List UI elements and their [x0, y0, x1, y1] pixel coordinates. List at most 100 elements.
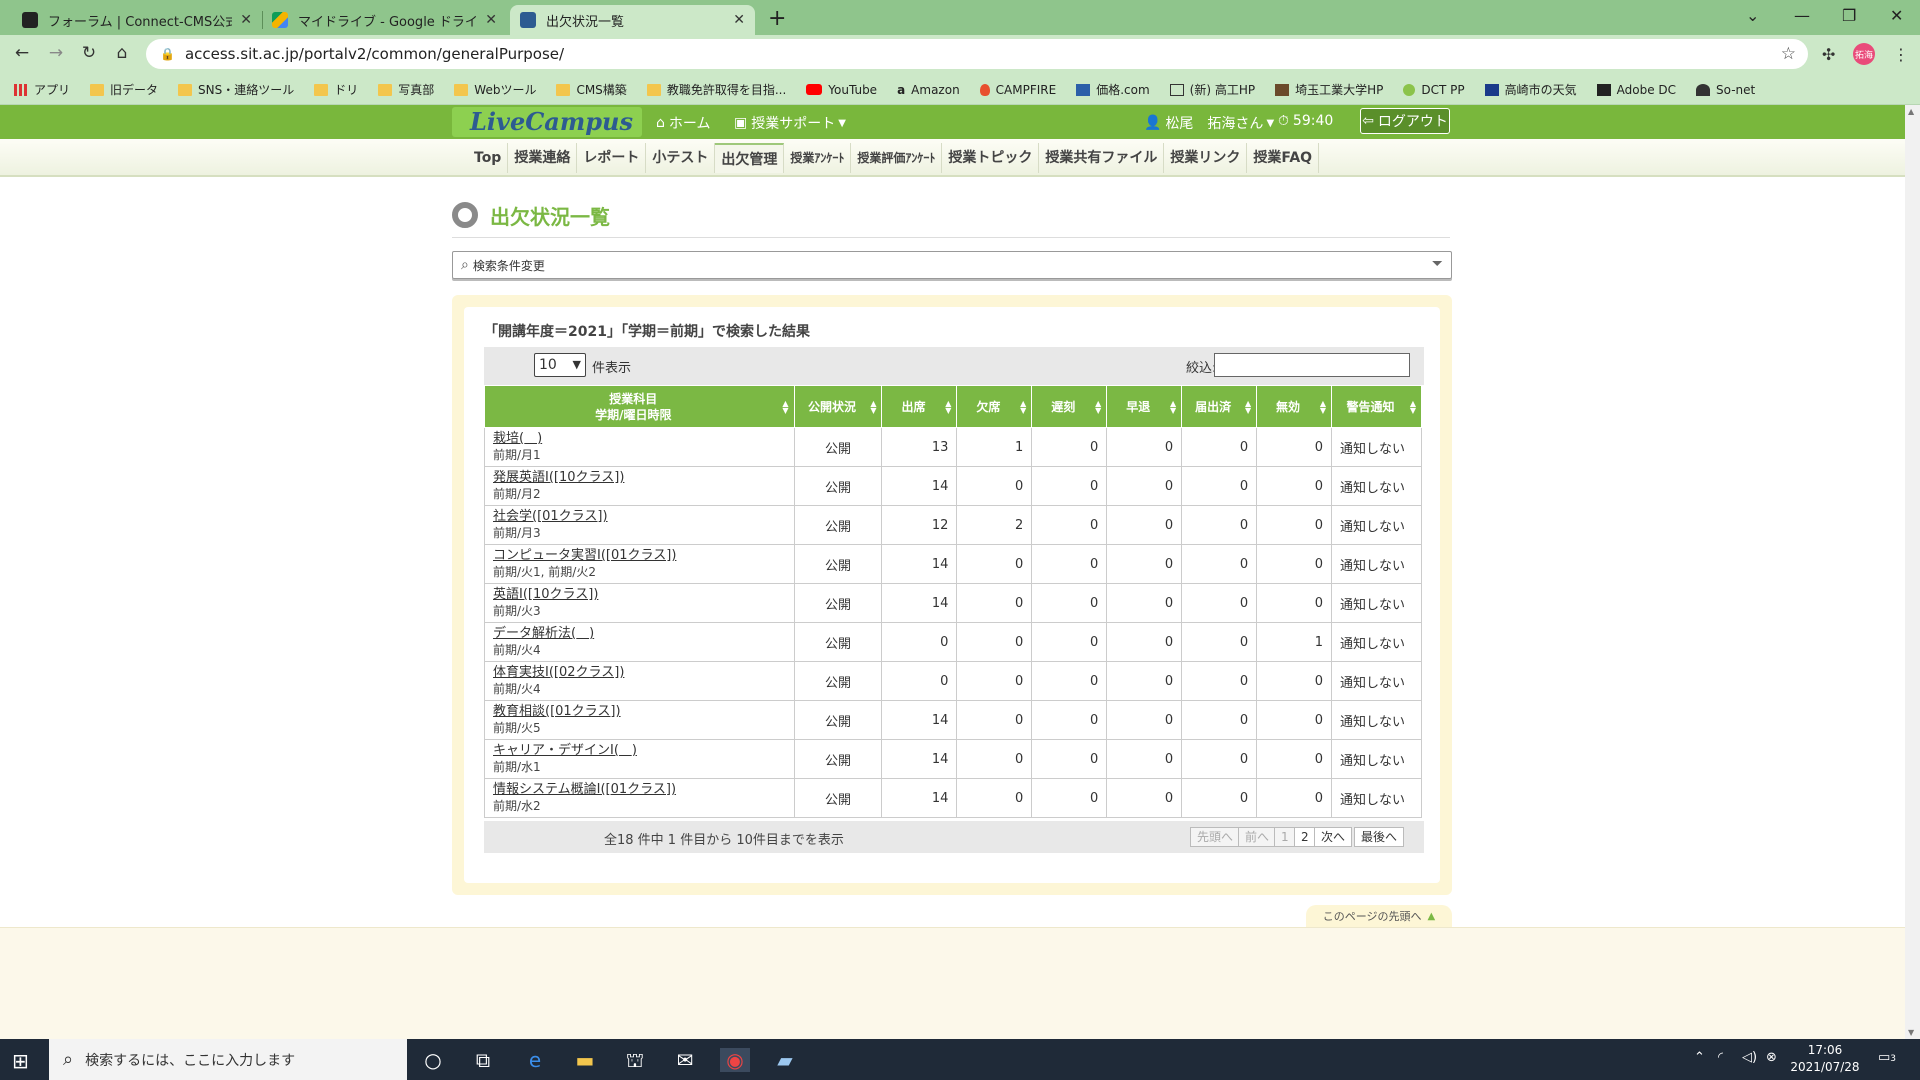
- bookmark-folder[interactable]: ドリ: [314, 81, 358, 98]
- course-link[interactable]: データ解析法(＿): [493, 626, 786, 642]
- subnav-shared-files[interactable]: 授業共有ファイル: [1039, 143, 1165, 173]
- minimize-icon[interactable]: —: [1794, 6, 1810, 25]
- windows-start-icon[interactable]: ⊞: [12, 1049, 29, 1073]
- scroll-down-icon[interactable]: ▼: [1908, 1028, 1914, 1037]
- col-warning[interactable]: 警告通知 ▲ ▼: [1331, 385, 1422, 428]
- home-icon[interactable]: ⌂: [110, 43, 134, 63]
- mail-icon[interactable]: ✉: [670, 1048, 700, 1072]
- course-link[interactable]: 情報システム概論I([01クラス]): [493, 782, 786, 798]
- bookmark-campfire[interactable]: CAMPFIRE: [979, 83, 1056, 97]
- subnav-topic[interactable]: 授業トピック: [942, 143, 1040, 173]
- col-absent[interactable]: 欠席 ▲ ▼: [956, 385, 1033, 428]
- tab-google-drive[interactable]: マイドライブ - Google ドライブ ✕: [262, 5, 507, 35]
- close-icon[interactable]: ✕: [485, 12, 497, 28]
- bookmark-school[interactable]: (新) 高工HP: [1169, 81, 1255, 98]
- notification-center-icon[interactable]: ▭3: [1878, 1050, 1896, 1065]
- page-1-button[interactable]: 1: [1274, 827, 1296, 847]
- bookmark-folder[interactable]: 旧データ: [90, 81, 158, 98]
- course-link[interactable]: 教育相談([01クラス]): [493, 704, 786, 720]
- course-link[interactable]: コンピュータ実習I([01クラス]): [493, 548, 786, 564]
- file-explorer-icon[interactable]: ▬: [570, 1048, 600, 1072]
- bookmark-dct[interactable]: DCT PP: [1403, 83, 1465, 97]
- sync-off-icon[interactable]: ⊗: [1766, 1050, 1777, 1065]
- restore-icon[interactable]: ❐: [1842, 6, 1856, 25]
- search-condition-toggle[interactable]: ⌕ 検索条件変更 ⏷: [452, 251, 1452, 279]
- next-page-button[interactable]: 次へ: [1314, 827, 1353, 847]
- col-invalid[interactable]: 無効 ▲ ▼: [1256, 385, 1333, 428]
- tray-chevron-icon[interactable]: ⌃: [1694, 1050, 1705, 1065]
- course-link[interactable]: 発展英語I([10クラス]): [493, 470, 786, 486]
- url-input[interactable]: 🔒 access.sit.ac.jp/portalv2/common/gener…: [146, 39, 1808, 69]
- network-icon[interactable]: ◜: [1718, 1050, 1723, 1065]
- bookmark-sonet[interactable]: So-net: [1696, 83, 1755, 97]
- profile-avatar[interactable]: 拓海: [1853, 43, 1875, 65]
- subnav-quiz[interactable]: 小テスト: [646, 143, 716, 173]
- new-tab-icon[interactable]: +: [768, 6, 786, 31]
- bookmark-folder[interactable]: 写真部: [378, 81, 434, 98]
- course-link[interactable]: 栽培(＿): [493, 431, 786, 447]
- bookmark-folder[interactable]: CMS構築: [556, 81, 627, 98]
- site-logo[interactable]: LiveCampus: [452, 107, 642, 137]
- tab-attendance[interactable]: 出欠状況一覧 ✕: [510, 5, 755, 35]
- chrome-icon[interactable]: ◉: [720, 1048, 750, 1072]
- subnav-report[interactable]: レポート: [577, 143, 647, 173]
- tab-connect-cms[interactable]: フォーラム | Connect-CMS公式サイト ✕: [12, 5, 262, 35]
- col-course[interactable]: 授業科目 学期/曜日時限 ▲ ▼: [484, 385, 795, 428]
- bookmark-folder[interactable]: 教職免許取得を目指...: [646, 81, 786, 98]
- cortana-icon[interactable]: ○: [418, 1048, 448, 1072]
- subnav-class-survey[interactable]: 授業ｱﾝｹｰﾄ: [784, 143, 852, 173]
- tab-search-icon[interactable]: ⌄: [1746, 6, 1759, 25]
- menu-icon[interactable]: ⋮: [1893, 45, 1909, 64]
- home-link[interactable]: ⌂ ホーム: [656, 113, 710, 133]
- bookmark-kakaku[interactable]: 価格.com: [1076, 81, 1150, 98]
- subnav-links[interactable]: 授業リンク: [1164, 143, 1248, 173]
- store-icon[interactable]: ⛫: [620, 1048, 650, 1072]
- col-present[interactable]: 出席 ▲ ▼: [881, 385, 958, 428]
- subnav-class-notice[interactable]: 授業連絡: [508, 143, 578, 173]
- col-status[interactable]: 公開状況 ▲ ▼: [793, 385, 883, 428]
- col-early[interactable]: 早退 ▲ ▼: [1106, 385, 1183, 428]
- subnav-evaluation-survey[interactable]: 授業評価ｱﾝｹｰﾄ: [851, 143, 943, 173]
- close-icon[interactable]: ✕: [733, 12, 745, 28]
- extensions-icon[interactable]: ✣: [1822, 45, 1835, 64]
- volume-icon[interactable]: ◁): [1742, 1050, 1757, 1065]
- subnav-attendance[interactable]: 出欠管理: [715, 143, 785, 173]
- scroll-up-icon[interactable]: ▲: [1908, 107, 1914, 116]
- page-scrollbar[interactable]: ▲ ▼: [1905, 105, 1920, 1039]
- bookmark-folder[interactable]: SNS・連絡ツール: [178, 81, 294, 98]
- logout-button[interactable]: ⇦ ログアウト: [1360, 108, 1450, 134]
- bookmark-weather[interactable]: 高崎市の天気: [1484, 81, 1577, 98]
- reload-icon[interactable]: ↻: [77, 43, 101, 63]
- col-late[interactable]: 遅刻 ▲ ▼: [1031, 385, 1108, 428]
- first-page-button[interactable]: 先頭へ: [1190, 827, 1241, 847]
- subnav-top[interactable]: Top: [468, 143, 509, 173]
- page-size-select[interactable]: 10 ▼: [534, 353, 586, 377]
- close-window-icon[interactable]: ✕: [1890, 6, 1903, 25]
- filter-input[interactable]: [1214, 353, 1410, 377]
- bookmark-apps[interactable]: アプリ: [14, 81, 70, 98]
- class-support-menu[interactable]: ▣ 授業サポート ▼: [734, 113, 850, 133]
- task-view-icon[interactable]: ⧉: [468, 1048, 498, 1072]
- bookmark-amazon[interactable]: a Amazon: [897, 83, 960, 97]
- taskbar-search-input[interactable]: ⌕ 検索するには、ここに入力します: [49, 1039, 407, 1080]
- course-link[interactable]: キャリア・デザインI(＿): [493, 743, 786, 759]
- close-icon[interactable]: ✕: [240, 12, 252, 28]
- bookmark-folder[interactable]: Webツール: [454, 81, 536, 98]
- taskbar-clock[interactable]: 17:06 2021/07/28: [1790, 1042, 1860, 1076]
- back-icon[interactable]: ←: [10, 43, 34, 63]
- bookmark-star-icon[interactable]: ☆: [1781, 44, 1796, 64]
- subnav-faq[interactable]: 授業FAQ: [1247, 143, 1320, 173]
- user-menu[interactable]: 👤 松尾 拓海さん ▼: [1144, 113, 1278, 133]
- edge-icon[interactable]: e: [520, 1048, 550, 1072]
- back-to-top-link[interactable]: このページの先頭へ ▲: [1306, 905, 1452, 927]
- page-2-button[interactable]: 2: [1294, 827, 1316, 847]
- course-link[interactable]: 英語I([10クラス]): [493, 587, 786, 603]
- bookmark-youtube[interactable]: YouTube: [806, 83, 877, 97]
- course-link[interactable]: 体育実技I([02クラス]): [493, 665, 786, 681]
- forward-icon[interactable]: →: [44, 43, 68, 63]
- prev-page-button[interactable]: 前へ: [1238, 827, 1277, 847]
- bookmark-university[interactable]: 埼玉工業大学HP: [1275, 81, 1383, 98]
- last-page-button[interactable]: 最後へ: [1354, 827, 1405, 847]
- col-excused[interactable]: 届出済 ▲ ▼: [1181, 385, 1258, 428]
- course-link[interactable]: 社会学([01クラス]): [493, 509, 786, 525]
